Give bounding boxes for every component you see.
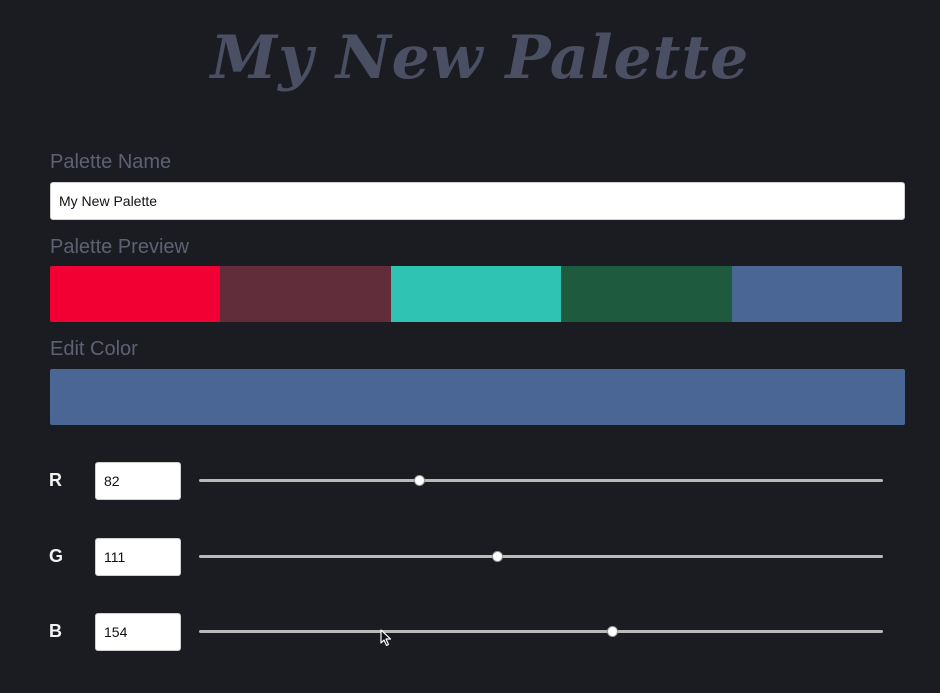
edit-color-label: Edit Color — [50, 338, 138, 360]
green-slider-thumb[interactable] — [491, 551, 503, 562]
edit-color-preview — [50, 369, 905, 425]
mouse-cursor-icon — [380, 629, 392, 647]
swatch-1[interactable] — [50, 266, 221, 322]
green-slider-track[interactable] — [199, 551, 883, 562]
blue-label: B — [49, 621, 62, 641]
palette-editor: My New Palette Palette Name Palette Prev… — [0, 0, 940, 693]
swatch-3[interactable] — [390, 266, 562, 322]
swatch-4[interactable] — [561, 266, 732, 322]
blue-channel-row: B — [0, 613, 940, 651]
blue-slider-track[interactable] — [199, 626, 883, 637]
red-value-input[interactable] — [95, 462, 181, 500]
palette-preview-label: Palette Preview — [50, 236, 189, 258]
red-label: R — [49, 470, 62, 490]
blue-value-input[interactable] — [95, 613, 181, 651]
palette-name-label: Palette Name — [50, 151, 172, 173]
red-slider-thumb[interactable] — [413, 475, 425, 486]
palette-preview — [50, 266, 902, 322]
red-channel-row: R — [0, 462, 940, 500]
palette-name-input[interactable] — [50, 182, 905, 220]
blue-slider-thumb[interactable] — [607, 626, 619, 637]
swatch-2[interactable] — [220, 266, 391, 322]
page-title: My New Palette — [210, 23, 750, 93]
swatch-5[interactable] — [731, 266, 902, 322]
green-value-input[interactable] — [95, 538, 181, 576]
green-channel-row: G — [0, 538, 940, 576]
red-slider-track[interactable] — [199, 475, 883, 486]
green-label: G — [49, 546, 64, 566]
